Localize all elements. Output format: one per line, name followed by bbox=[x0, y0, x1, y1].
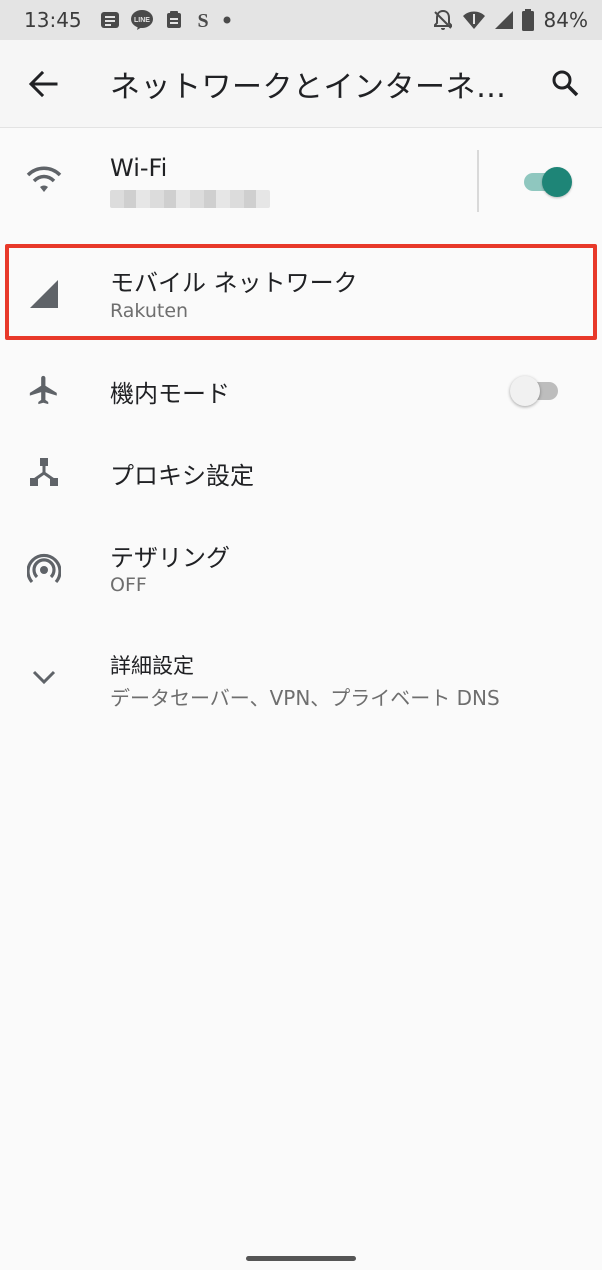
clipboard-icon bbox=[164, 10, 184, 30]
wifi-toggle[interactable] bbox=[520, 163, 572, 199]
advanced-settings-label: 詳細設定 bbox=[110, 654, 194, 678]
status-time: 13:45 bbox=[24, 8, 82, 32]
wifi-label: Wi-Fi bbox=[110, 154, 168, 182]
search-icon bbox=[552, 70, 579, 97]
back-button[interactable] bbox=[26, 68, 60, 100]
vertical-divider bbox=[477, 150, 479, 212]
s-app-icon: S bbox=[194, 9, 212, 31]
chevron-down-icon bbox=[24, 658, 64, 698]
page-title: ネットワークとインターネ… bbox=[110, 70, 507, 105]
wifi-network-name-blurred bbox=[110, 190, 270, 208]
gesture-nav-handle[interactable] bbox=[246, 1256, 356, 1261]
airplane-mode-toggle[interactable] bbox=[510, 372, 562, 408]
proxy-icon bbox=[24, 452, 64, 492]
svg-text:LINE: LINE bbox=[134, 17, 150, 24]
airplane-icon bbox=[24, 370, 64, 410]
tethering-status: OFF bbox=[110, 574, 147, 596]
airplane-mode-label: 機内モード bbox=[110, 380, 230, 408]
notes-icon bbox=[100, 10, 120, 30]
tethering-item[interactable]: テザリング OFF bbox=[0, 524, 602, 618]
battery-percent: 84% bbox=[543, 8, 588, 32]
arrow-back-icon bbox=[28, 70, 58, 98]
hotspot-icon bbox=[24, 550, 64, 590]
wifi-item[interactable]: Wi-Fi bbox=[0, 128, 602, 234]
dot-icon bbox=[222, 15, 232, 25]
proxy-settings-label: プロキシ設定 bbox=[110, 462, 254, 490]
line-app-icon: LINE bbox=[130, 9, 154, 31]
status-bar: 13:45 LINE S 84% bbox=[0, 0, 602, 40]
battery-icon bbox=[521, 9, 534, 31]
app-bar: ネットワークとインターネ… bbox=[0, 40, 602, 128]
notifications-off-icon bbox=[432, 9, 454, 31]
wifi-status-icon bbox=[462, 10, 486, 30]
svg-text:S: S bbox=[197, 10, 208, 31]
advanced-settings-item[interactable]: 詳細設定 データセーバー、VPN、プライベート DNS bbox=[0, 636, 602, 722]
tethering-label: テザリング bbox=[110, 544, 230, 572]
search-button[interactable] bbox=[548, 66, 582, 100]
proxy-settings-item[interactable]: プロキシ設定 bbox=[0, 432, 602, 512]
cell-signal-status-icon bbox=[494, 10, 514, 30]
wifi-icon bbox=[24, 160, 64, 200]
advanced-settings-summary: データセーバー、VPN、プライベート DNS bbox=[110, 686, 500, 710]
highlight-box bbox=[5, 244, 597, 340]
